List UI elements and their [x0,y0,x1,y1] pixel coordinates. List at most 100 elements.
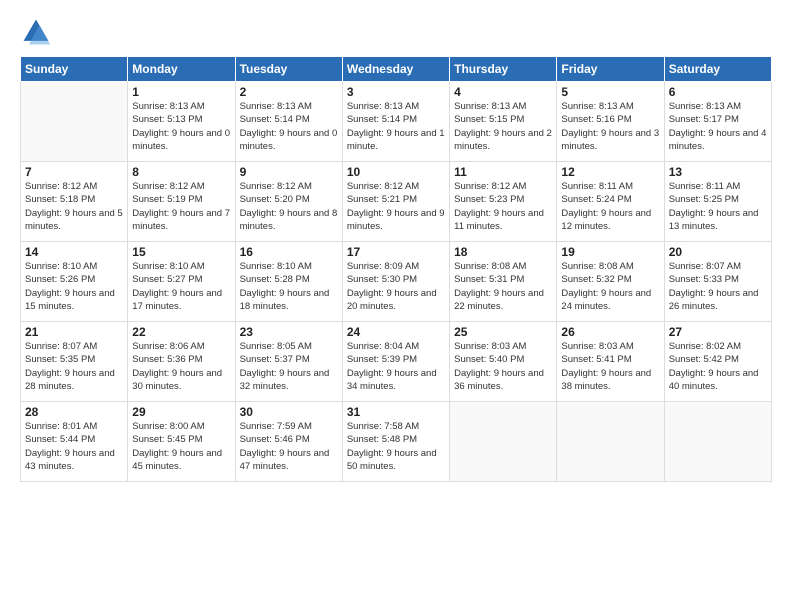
calendar-table: SundayMondayTuesdayWednesdayThursdayFrid… [20,56,772,482]
day-info: Sunrise: 8:06 AMSunset: 5:36 PMDaylight:… [132,340,230,393]
calendar-cell: 25Sunrise: 8:03 AMSunset: 5:40 PMDayligh… [450,322,557,402]
day-number: 1 [132,85,230,99]
calendar-cell: 27Sunrise: 8:02 AMSunset: 5:42 PMDayligh… [664,322,771,402]
day-info: Sunrise: 8:07 AMSunset: 5:33 PMDaylight:… [669,260,767,313]
calendar-cell: 18Sunrise: 8:08 AMSunset: 5:31 PMDayligh… [450,242,557,322]
day-info: Sunrise: 8:13 AMSunset: 5:14 PMDaylight:… [347,100,445,153]
day-info: Sunrise: 8:11 AMSunset: 5:24 PMDaylight:… [561,180,659,233]
day-number: 30 [240,405,338,419]
calendar-cell [557,402,664,482]
day-header-thursday: Thursday [450,57,557,82]
calendar-cell: 3Sunrise: 8:13 AMSunset: 5:14 PMDaylight… [342,82,449,162]
calendar-cell: 4Sunrise: 8:13 AMSunset: 5:15 PMDaylight… [450,82,557,162]
day-info: Sunrise: 8:01 AMSunset: 5:44 PMDaylight:… [25,420,123,473]
calendar-cell: 9Sunrise: 8:12 AMSunset: 5:20 PMDaylight… [235,162,342,242]
day-number: 7 [25,165,123,179]
day-info: Sunrise: 8:08 AMSunset: 5:31 PMDaylight:… [454,260,552,313]
calendar-cell: 24Sunrise: 8:04 AMSunset: 5:39 PMDayligh… [342,322,449,402]
day-number: 27 [669,325,767,339]
calendar-cell: 1Sunrise: 8:13 AMSunset: 5:13 PMDaylight… [128,82,235,162]
calendar-cell: 12Sunrise: 8:11 AMSunset: 5:24 PMDayligh… [557,162,664,242]
calendar-cell: 16Sunrise: 8:10 AMSunset: 5:28 PMDayligh… [235,242,342,322]
day-number: 13 [669,165,767,179]
day-info: Sunrise: 8:03 AMSunset: 5:41 PMDaylight:… [561,340,659,393]
week-row-2: 7Sunrise: 8:12 AMSunset: 5:18 PMDaylight… [21,162,772,242]
calendar-cell: 30Sunrise: 7:59 AMSunset: 5:46 PMDayligh… [235,402,342,482]
calendar-cell: 17Sunrise: 8:09 AMSunset: 5:30 PMDayligh… [342,242,449,322]
day-number: 12 [561,165,659,179]
day-number: 5 [561,85,659,99]
calendar-cell: 26Sunrise: 8:03 AMSunset: 5:41 PMDayligh… [557,322,664,402]
day-info: Sunrise: 8:13 AMSunset: 5:15 PMDaylight:… [454,100,552,153]
day-number: 26 [561,325,659,339]
day-info: Sunrise: 8:12 AMSunset: 5:20 PMDaylight:… [240,180,338,233]
calendar-cell: 10Sunrise: 8:12 AMSunset: 5:21 PMDayligh… [342,162,449,242]
day-number: 3 [347,85,445,99]
logo-icon [20,16,52,48]
day-number: 10 [347,165,445,179]
day-number: 4 [454,85,552,99]
day-number: 22 [132,325,230,339]
day-header-sunday: Sunday [21,57,128,82]
day-number: 2 [240,85,338,99]
day-header-saturday: Saturday [664,57,771,82]
day-number: 23 [240,325,338,339]
calendar-cell: 14Sunrise: 8:10 AMSunset: 5:26 PMDayligh… [21,242,128,322]
day-info: Sunrise: 8:05 AMSunset: 5:37 PMDaylight:… [240,340,338,393]
calendar-cell: 20Sunrise: 8:07 AMSunset: 5:33 PMDayligh… [664,242,771,322]
calendar-cell: 28Sunrise: 8:01 AMSunset: 5:44 PMDayligh… [21,402,128,482]
day-number: 15 [132,245,230,259]
calendar-cell: 23Sunrise: 8:05 AMSunset: 5:37 PMDayligh… [235,322,342,402]
day-info: Sunrise: 8:00 AMSunset: 5:45 PMDaylight:… [132,420,230,473]
day-number: 24 [347,325,445,339]
day-info: Sunrise: 8:12 AMSunset: 5:18 PMDaylight:… [25,180,123,233]
day-header-wednesday: Wednesday [342,57,449,82]
days-header-row: SundayMondayTuesdayWednesdayThursdayFrid… [21,57,772,82]
calendar-cell: 8Sunrise: 8:12 AMSunset: 5:19 PMDaylight… [128,162,235,242]
day-header-tuesday: Tuesday [235,57,342,82]
day-info: Sunrise: 8:10 AMSunset: 5:28 PMDaylight:… [240,260,338,313]
week-row-5: 28Sunrise: 8:01 AMSunset: 5:44 PMDayligh… [21,402,772,482]
calendar-cell [21,82,128,162]
day-number: 28 [25,405,123,419]
calendar-cell [664,402,771,482]
week-row-1: 1Sunrise: 8:13 AMSunset: 5:13 PMDaylight… [21,82,772,162]
day-info: Sunrise: 8:07 AMSunset: 5:35 PMDaylight:… [25,340,123,393]
calendar-cell: 29Sunrise: 8:00 AMSunset: 5:45 PMDayligh… [128,402,235,482]
day-info: Sunrise: 8:03 AMSunset: 5:40 PMDaylight:… [454,340,552,393]
day-info: Sunrise: 8:13 AMSunset: 5:14 PMDaylight:… [240,100,338,153]
week-row-4: 21Sunrise: 8:07 AMSunset: 5:35 PMDayligh… [21,322,772,402]
day-number: 31 [347,405,445,419]
day-header-friday: Friday [557,57,664,82]
day-number: 19 [561,245,659,259]
day-info: Sunrise: 7:58 AMSunset: 5:48 PMDaylight:… [347,420,445,473]
day-info: Sunrise: 8:13 AMSunset: 5:16 PMDaylight:… [561,100,659,153]
logo [20,16,56,48]
day-info: Sunrise: 8:10 AMSunset: 5:26 PMDaylight:… [25,260,123,313]
day-number: 20 [669,245,767,259]
day-info: Sunrise: 8:11 AMSunset: 5:25 PMDaylight:… [669,180,767,233]
day-number: 25 [454,325,552,339]
day-number: 21 [25,325,123,339]
header [20,16,772,48]
day-info: Sunrise: 8:12 AMSunset: 5:19 PMDaylight:… [132,180,230,233]
day-info: Sunrise: 8:12 AMSunset: 5:23 PMDaylight:… [454,180,552,233]
day-info: Sunrise: 8:13 AMSunset: 5:17 PMDaylight:… [669,100,767,153]
day-number: 18 [454,245,552,259]
week-row-3: 14Sunrise: 8:10 AMSunset: 5:26 PMDayligh… [21,242,772,322]
day-number: 16 [240,245,338,259]
day-info: Sunrise: 8:13 AMSunset: 5:13 PMDaylight:… [132,100,230,153]
calendar-cell: 11Sunrise: 8:12 AMSunset: 5:23 PMDayligh… [450,162,557,242]
day-number: 17 [347,245,445,259]
calendar-cell: 6Sunrise: 8:13 AMSunset: 5:17 PMDaylight… [664,82,771,162]
calendar-cell: 19Sunrise: 8:08 AMSunset: 5:32 PMDayligh… [557,242,664,322]
calendar-cell: 2Sunrise: 8:13 AMSunset: 5:14 PMDaylight… [235,82,342,162]
day-info: Sunrise: 8:10 AMSunset: 5:27 PMDaylight:… [132,260,230,313]
calendar-cell: 22Sunrise: 8:06 AMSunset: 5:36 PMDayligh… [128,322,235,402]
calendar-cell: 5Sunrise: 8:13 AMSunset: 5:16 PMDaylight… [557,82,664,162]
day-info: Sunrise: 8:09 AMSunset: 5:30 PMDaylight:… [347,260,445,313]
day-info: Sunrise: 8:04 AMSunset: 5:39 PMDaylight:… [347,340,445,393]
day-info: Sunrise: 8:08 AMSunset: 5:32 PMDaylight:… [561,260,659,313]
day-number: 29 [132,405,230,419]
calendar-cell [450,402,557,482]
